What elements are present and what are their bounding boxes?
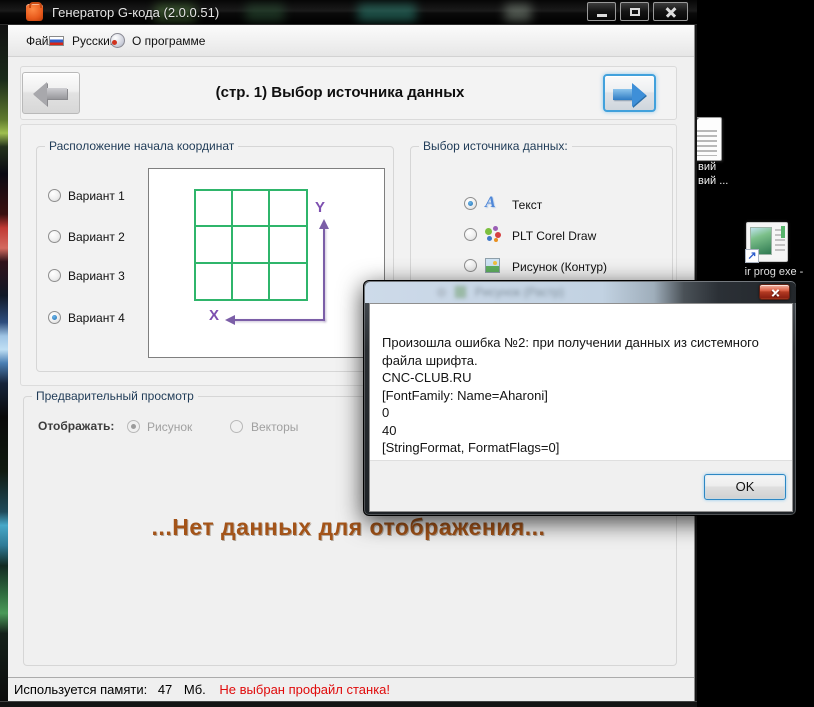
menubar: Файл Русский О программе xyxy=(8,25,694,57)
titlebar-glass-blob xyxy=(246,4,284,21)
y-axis-arrowhead xyxy=(319,219,329,229)
memory-label: Используется памяти: xyxy=(14,682,148,697)
desktop: вий вий ... ↗ ir prog exe - Генератор G-… xyxy=(0,0,814,707)
machine-profile-warning: Не выбран профайл станка! xyxy=(219,682,391,697)
dialog-body: Произошла ошибка №2: при получении данны… xyxy=(369,303,793,512)
grid-line xyxy=(196,225,306,227)
dialog-message-line: 0 xyxy=(382,405,390,420)
axis-label-y: Y xyxy=(315,199,326,216)
status-bar: Используется памяти: 47 Мб. Не выбран пр… xyxy=(8,677,694,701)
ok-button[interactable]: OK xyxy=(704,474,786,500)
grid-line xyxy=(231,191,233,299)
grid-line xyxy=(196,262,306,264)
dialog-message-line: CNC-CLUB.RU xyxy=(382,370,472,385)
next-button[interactable] xyxy=(603,74,656,112)
page-title: (стр. 1) Выбор источника данных xyxy=(215,84,465,101)
memory-unit: Мб. xyxy=(183,682,206,697)
maximize-icon xyxy=(630,8,640,16)
dialog-footer: OK xyxy=(370,460,792,511)
dialog-message-line: 40 xyxy=(382,422,397,438)
radio-variant-1-label[interactable]: Вариант 1 xyxy=(68,189,125,203)
x-axis xyxy=(233,319,325,321)
plt-dot xyxy=(494,238,498,242)
window-left-glass-edge xyxy=(0,25,8,701)
radio-variant-4-label[interactable]: Вариант 4 xyxy=(68,311,125,325)
radio-variant-2[interactable] xyxy=(48,230,61,243)
radio-source-plt[interactable] xyxy=(464,228,477,241)
window-bottom-frame xyxy=(0,701,697,707)
source-groupbox-title: Выбор источника данных: xyxy=(419,139,572,153)
y-axis xyxy=(323,228,325,321)
titlebar-glass-blob xyxy=(358,4,416,21)
radio-preview-vectors-label: Векторы xyxy=(251,420,299,434)
minimize-button[interactable] xyxy=(587,2,616,21)
window-title: Генератор G-кода (2.0.0.51) xyxy=(52,5,220,20)
maximize-button[interactable] xyxy=(620,2,649,21)
about-icon xyxy=(110,33,125,48)
radio-source-text[interactable] xyxy=(464,197,477,210)
radio-preview-picture-label: Рисунок xyxy=(147,420,193,434)
close-button[interactable] xyxy=(653,2,688,21)
radio-variant-3[interactable] xyxy=(48,269,61,282)
radio-source-text-label[interactable]: Текст xyxy=(512,198,542,212)
document-label: вий вий ... xyxy=(698,161,729,187)
x-axis-arrowhead xyxy=(225,315,235,325)
app-icon xyxy=(26,2,43,21)
axis-label-x: X xyxy=(209,307,220,324)
shortcut-label: ir prog exe - xyxy=(744,266,804,278)
origin-groupbox-title: Расположение начала координат xyxy=(45,139,239,153)
radio-source-plt-label[interactable]: PLT Corel Draw xyxy=(512,229,596,243)
dialog-message-line: Произошла ошибка №2: при получении данны… xyxy=(382,335,759,368)
text-icon: A xyxy=(485,194,496,211)
dialog-message-line: [FontFamily: Name=Aharoni] xyxy=(382,387,548,403)
russian-flag-icon xyxy=(49,36,64,46)
radio-source-contour-label[interactable]: Рисунок (Контур) xyxy=(512,260,607,274)
radio-source-contour[interactable] xyxy=(464,259,477,272)
shortcut-arrow-icon: ↗ xyxy=(745,249,759,263)
plt-dot xyxy=(485,228,492,235)
radio-preview-picture xyxy=(127,420,140,433)
dialog-message: Произошла ошибка №2: при получении данны… xyxy=(382,334,784,457)
shortcut-icon[interactable]: ↗ xyxy=(745,222,788,263)
forward-arrow-icon xyxy=(613,89,633,100)
radio-preview-vectors xyxy=(230,420,243,433)
dialog-close-button[interactable] xyxy=(759,284,790,300)
error-dialog: Рисунок (Растр) Произошла ошибка №2: при… xyxy=(363,280,797,516)
no-data-message: ...Нет данных для отображения... xyxy=(151,514,546,540)
titlebar[interactable]: Генератор G-кода (2.0.0.51) xyxy=(0,0,697,25)
preview-groupbox-title: Предварительный просмотр xyxy=(32,389,198,403)
titlebar-glass-blob xyxy=(505,4,531,21)
back-arrow-icon xyxy=(47,88,67,99)
window-controls xyxy=(583,2,688,21)
dialog-message-line: [StringFormat, FormatFlags=0] xyxy=(382,440,560,455)
obscured-radio-ghost xyxy=(437,288,446,297)
minimize-icon xyxy=(597,14,607,17)
plt-icon xyxy=(485,226,501,242)
radio-variant-3-label[interactable]: Вариант 3 xyxy=(68,269,125,283)
display-label: Отображать: xyxy=(38,419,115,433)
forward-arrow-icon xyxy=(632,83,646,107)
back-arrow-icon xyxy=(33,82,47,106)
grid-line xyxy=(268,191,270,299)
document-text-lines xyxy=(694,130,717,156)
picture-icon xyxy=(485,258,500,273)
plt-dot xyxy=(493,226,498,231)
dialog-titlebar[interactable]: Рисунок (Растр) xyxy=(365,282,796,303)
menu-item-about[interactable]: О программе xyxy=(128,25,209,57)
radio-variant-1[interactable] xyxy=(48,189,61,202)
obscured-picture-icon-ghost xyxy=(455,286,466,298)
memory-value: 47 xyxy=(157,682,173,697)
radio-variant-4[interactable] xyxy=(48,311,61,324)
back-button[interactable] xyxy=(22,72,80,114)
obscured-option-ghost: Рисунок (Растр) xyxy=(475,285,565,299)
radio-variant-2-label[interactable]: Вариант 2 xyxy=(68,230,125,244)
plt-dot xyxy=(487,236,492,241)
coordinate-grid xyxy=(194,189,308,301)
origin-diagram: Y X xyxy=(148,168,385,358)
shortcut-green-bar xyxy=(781,226,785,238)
